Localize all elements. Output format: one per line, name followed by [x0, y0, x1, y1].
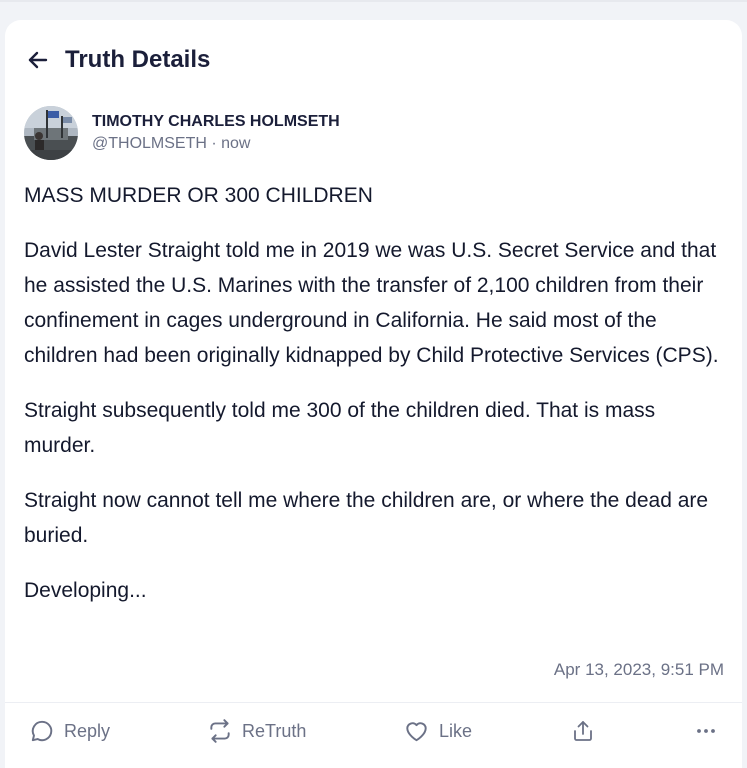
actions-divider: [5, 702, 742, 703]
author-handle-time[interactable]: @THOLMSETH · now: [92, 133, 340, 155]
page-title: Truth Details: [65, 46, 211, 73]
top-divider: [0, 0, 747, 2]
action-bar: Reply ReTruth Like: [5, 713, 742, 749]
post-paragraph: Straight subsequently told me 300 of the…: [24, 399, 656, 457]
post-paragraph: Straight now cannot tell me where the ch…: [24, 489, 709, 547]
ellipsis-icon: [697, 729, 715, 733]
reply-button[interactable]: Reply: [29, 713, 110, 749]
post-headline: MASS MURDER OR 300 CHILDREN: [24, 184, 373, 207]
back-button[interactable]: [25, 47, 51, 73]
like-button[interactable]: Like: [403, 713, 472, 749]
arrow-left-icon: [28, 51, 48, 69]
share-button[interactable]: [571, 713, 604, 749]
author-display-name[interactable]: TIMOTHY CHARLES HOLMSETH: [92, 111, 340, 133]
truth-detail-card: Truth Details TIMOTHY CHARLES HOLMSETH @…: [5, 20, 742, 768]
speech-bubble-icon: [31, 720, 53, 742]
avatar[interactable]: [24, 106, 78, 160]
author-row[interactable]: TIMOTHY CHARLES HOLMSETH @THOLMSETH · no…: [24, 106, 340, 160]
post-paragraph: David Lester Straight told me in 2019 we…: [24, 239, 719, 367]
page-header: Truth Details: [25, 42, 210, 78]
reply-label: Reply: [64, 720, 111, 741]
retruth-label: ReTruth: [242, 720, 307, 741]
retruth-button[interactable]: ReTruth: [207, 713, 306, 749]
post-timestamp: Apr 13, 2023, 9:51 PM: [553, 660, 724, 679]
more-options-button[interactable]: [695, 713, 726, 749]
author-meta: TIMOTHY CHARLES HOLMSETH @THOLMSETH · no…: [92, 111, 340, 155]
heart-icon: [406, 722, 427, 742]
post-body: MASS MURDER OR 300 CHILDREN David Lester…: [24, 178, 724, 628]
repost-arrows-icon: [210, 719, 230, 743]
post-paragraph: Developing...: [24, 579, 147, 602]
like-label: Like: [439, 720, 473, 741]
share-upload-icon: [574, 721, 592, 741]
